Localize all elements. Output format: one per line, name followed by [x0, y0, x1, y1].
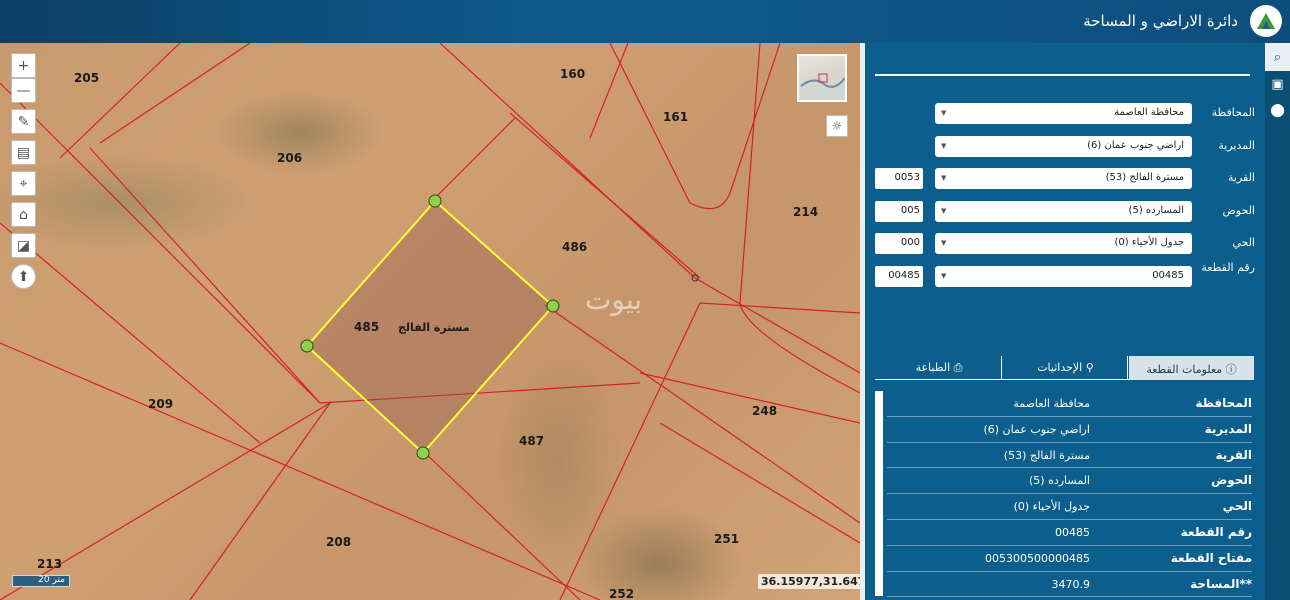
- caret-down-icon: ▼: [941, 174, 947, 182]
- locate-button[interactable]: ⌖: [11, 171, 36, 196]
- watermark: بيوت: [585, 283, 643, 316]
- parcel-label[interactable]: 248: [752, 404, 777, 418]
- pencil-icon: ✎: [17, 113, 30, 130]
- parcel-info-table: المحافظة محافظة العاصمة المديرية اراضي جنو…: [887, 391, 1252, 598]
- parcel-label[interactable]: 206: [277, 151, 302, 165]
- home-icon: ⌂: [19, 206, 28, 223]
- draw-button[interactable]: ✎: [11, 109, 36, 134]
- parcel-label[interactable]: 251: [714, 532, 739, 546]
- tab-coordinates[interactable]: ⚲ الإحداثيات: [1003, 356, 1128, 380]
- parcel-label[interactable]: 208: [326, 535, 351, 549]
- caret-down-icon: ▼: [941, 142, 947, 150]
- panel-header-line: [875, 74, 1250, 76]
- parcel-number-row: رقم القطعة 00485 ▼ 00485: [865, 261, 1265, 288]
- pin-icon: ⚲: [1082, 361, 1094, 374]
- parcel-label[interactable]: 213: [37, 557, 62, 571]
- sun-icon: ☼: [831, 119, 843, 133]
- parcel-label[interactable]: 487: [519, 434, 544, 448]
- village-label: القرية: [1227, 171, 1255, 184]
- caret-down-icon: ▼: [941, 272, 947, 280]
- overview-minimap[interactable]: [797, 54, 847, 102]
- directorate-row: المديرية اراضي جنوب عمان (6) ▼: [865, 136, 1265, 158]
- governorate-label: المحافظة: [1211, 106, 1255, 119]
- basin-row: الحوض المسارده (5) ▼ 005: [865, 201, 1265, 223]
- parcel-label[interactable]: 205: [74, 71, 99, 85]
- app-header: دائرة الاراضي و المساحة: [0, 0, 1290, 43]
- parcel-label[interactable]: 252: [609, 587, 634, 600]
- search-panel: المحافظة محافظة العاصمة ▼ المديرية اراضي …: [865, 43, 1265, 600]
- compass-button[interactable]: ⬆: [11, 264, 36, 289]
- parcel-number-label: رقم القطعة: [1201, 261, 1255, 274]
- scale-label: 20 متر: [38, 575, 65, 585]
- caret-down-icon: ▼: [941, 207, 947, 215]
- village-code-input[interactable]: 0053: [875, 168, 923, 189]
- map-toolbar: + — ✎ ▤ ⌖ ⌂ ◪ ⬆: [11, 53, 36, 295]
- parcel-number-input[interactable]: 00485: [875, 266, 923, 287]
- parcel-label[interactable]: 209: [148, 397, 173, 411]
- parcel-label[interactable]: 160: [560, 67, 585, 81]
- layers-button[interactable]: ◪: [11, 233, 36, 258]
- parcel-number-select[interactable]: 00485 ▼: [935, 266, 1192, 287]
- parcel-label[interactable]: 485: [354, 320, 379, 334]
- ruler-icon: ▤: [16, 144, 31, 161]
- tab-parcel-info[interactable]: ⓘ معلومات القطعة: [1129, 356, 1254, 380]
- plus-icon: +: [17, 57, 30, 74]
- district-row: الحي جدول الأحياء (0) ▼ 000: [865, 233, 1265, 255]
- printer-icon: ⎙: [950, 361, 963, 374]
- governorate-row: المحافظة محافظة العاصمة ▼: [865, 103, 1265, 125]
- crosshair-icon: ⌖: [19, 175, 28, 192]
- info-row: المديرية اراضي جنوب عمان (6): [887, 417, 1252, 443]
- map-view[interactable]: 205 160 161 206 214 486 485 209 248 487 …: [0, 43, 860, 600]
- parcel-label[interactable]: 214: [793, 205, 818, 219]
- district-code-input[interactable]: 000: [875, 233, 923, 254]
- village-row: القرية مسترة الفالج (53) ▼ 0053: [865, 168, 1265, 190]
- app-title: دائرة الاراضي و المساحة: [1083, 12, 1238, 30]
- tab-print[interactable]: ⎙ الطباعة: [876, 356, 1002, 380]
- info-scrollbar[interactable]: [875, 391, 883, 596]
- governorate-select[interactable]: محافظة العاصمة ▼: [935, 103, 1192, 124]
- parcel-label[interactable]: 161: [663, 110, 688, 124]
- chart-icon: ◪: [16, 237, 31, 254]
- coordinates-readout: 36.15977,31.64799: [758, 574, 860, 589]
- directorate-label: المديرية: [1218, 139, 1255, 152]
- gps-button[interactable]: ☼: [826, 115, 848, 137]
- basin-label: الحوض: [1222, 204, 1256, 217]
- minus-icon: —: [16, 82, 31, 99]
- info-row: **المساحة 3470.9: [887, 572, 1252, 598]
- info-row: القرية مسترة الفالج (53): [887, 443, 1252, 469]
- info-row: مفتاح القطعة 005300500000485: [887, 546, 1252, 572]
- info-row: الحوض المسارده (5): [887, 468, 1252, 495]
- basin-select[interactable]: المسارده (5) ▼: [935, 201, 1192, 222]
- measure-button[interactable]: ▤: [11, 140, 36, 165]
- info-row: رقم القطعة 00485: [887, 520, 1252, 546]
- info-row: الحي جدول الأحياء (0): [887, 494, 1252, 520]
- zoom-out-button[interactable]: —: [11, 78, 36, 103]
- info-row: المحافظة محافظة العاصمة: [887, 391, 1252, 417]
- caret-down-icon: ▼: [941, 239, 947, 247]
- location-pin-icon[interactable]: ⬤: [1265, 97, 1290, 123]
- directorate-select[interactable]: اراضي جنوب عمان (6) ▼: [935, 136, 1192, 157]
- home-button[interactable]: ⌂: [11, 202, 36, 227]
- info-tabs: ⓘ معلومات القطعة ⚲ الإحداثيات ⎙ الطباعة: [875, 356, 1254, 380]
- district-label: الحي: [1232, 236, 1255, 249]
- parcel-label[interactable]: 486: [562, 240, 587, 254]
- side-rail: ⌕ ▣ ⬤: [1265, 43, 1290, 600]
- zoom-in-button[interactable]: +: [11, 53, 36, 78]
- scale-bar: 20 متر: [12, 575, 70, 587]
- search-icon[interactable]: ⌕: [1265, 43, 1290, 71]
- caret-down-icon: ▼: [941, 109, 947, 117]
- map-layers-icon[interactable]: ▣: [1265, 71, 1290, 97]
- basin-code-input[interactable]: 005: [875, 201, 923, 222]
- district-select[interactable]: جدول الأحياء (0) ▼: [935, 233, 1192, 254]
- compass-icon: ⬆: [17, 268, 30, 285]
- selected-parcel-name: مسترة الفالج: [398, 321, 470, 334]
- info-icon: ⓘ: [1222, 363, 1237, 376]
- village-select[interactable]: مسترة الفالج (53) ▼: [935, 168, 1192, 189]
- dls-logo-icon[interactable]: [1250, 5, 1282, 37]
